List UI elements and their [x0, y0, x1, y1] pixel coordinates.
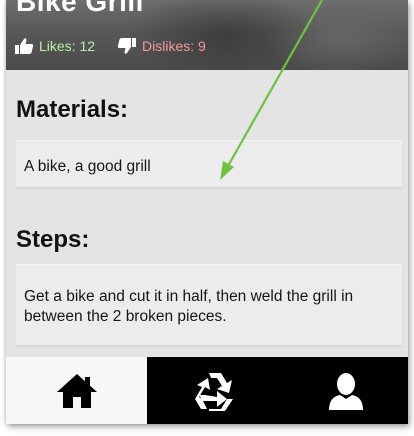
project-title: Bike Grill [16, 0, 144, 17]
steps-heading: Steps: [16, 226, 90, 253]
materials-card: A bike, a good grill [16, 140, 402, 188]
steps-text: Get a bike and cut it in half, then weld… [24, 288, 354, 325]
header-texture-highlight [266, 5, 408, 70]
materials-heading: Materials: [16, 96, 129, 123]
dislikes-count: Dislikes: 9 [142, 38, 206, 54]
recycle-icon [195, 372, 233, 411]
app-screen: Bike Grill Likes: 12 Dislikes: 9 Materia… [6, 0, 408, 424]
project-header: Bike Grill Likes: 12 Dislikes: 9 [6, 0, 408, 70]
nav-recycle-tab[interactable] [147, 357, 283, 424]
thumbs-down-icon [117, 38, 137, 54]
user-icon [328, 372, 363, 410]
likes-count: Likes: 12 [39, 38, 96, 54]
home-icon [56, 373, 97, 408]
nav-home-tab[interactable] [6, 357, 147, 424]
materials-text: A bike, a good grill [24, 158, 151, 175]
steps-card: Get a bike and cut it in half, then weld… [16, 264, 402, 346]
like-button[interactable]: Likes: 12 [14, 37, 95, 55]
bottom-navbar [6, 357, 408, 424]
vote-bar: Likes: 12 Dislikes: 9 [14, 36, 206, 56]
thumbs-up-icon [15, 38, 34, 54]
nav-profile-tab[interactable] [283, 357, 408, 424]
dislike-button[interactable]: Dislikes: 9 [117, 37, 206, 55]
